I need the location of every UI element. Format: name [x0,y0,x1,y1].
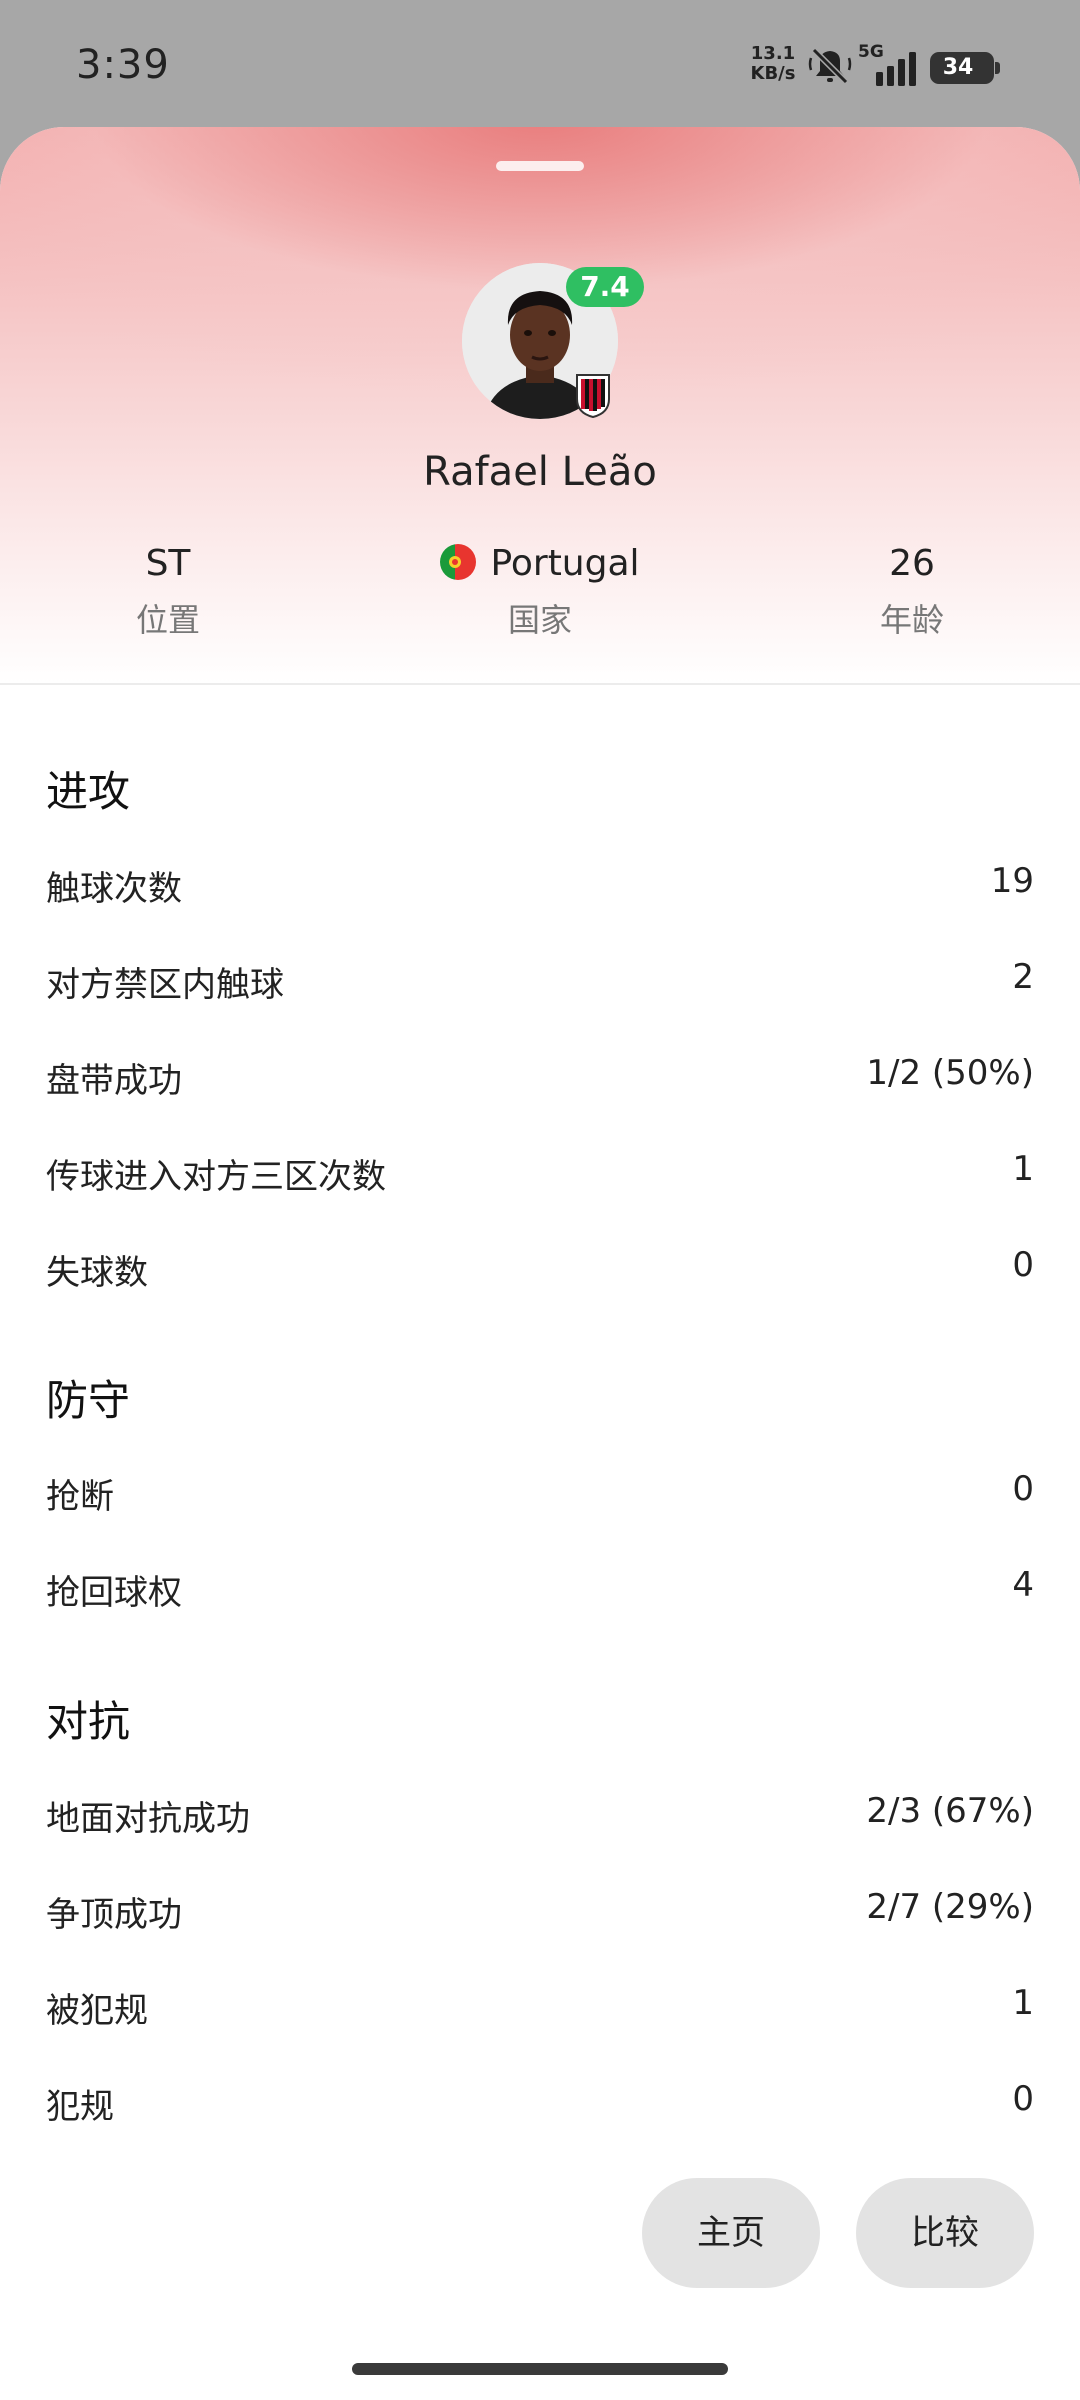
stat-label: 抢断 [46,1477,114,1517]
stat-row-ground-duels: 地面对抗成功 2/3 (67%) [46,1791,1034,1841]
home-button[interactable]: 主页 [642,2178,820,2288]
stat-label: 被犯规 [46,1991,148,2031]
stat-value: 0 [1012,1245,1034,1285]
bell-off-icon [808,47,852,85]
age-info: 26 年龄 [762,539,1062,641]
stat-row-dribbles: 盘带成功 1/2 (50%) [46,1053,1034,1103]
stat-row-tackles: 抢断 0 [46,1469,1034,1519]
position-label: 位置 [135,601,200,639]
battery-tip [995,62,1000,74]
stat-label: 失球数 [46,1253,148,1293]
stat-value: 0 [1012,1469,1034,1509]
stat-label: 抢回球权 [46,1573,182,1613]
home-indicator[interactable] [352,2363,728,2375]
stat-label: 对方禁区内触球 [46,965,284,1005]
battery-icon: 34 [930,52,1000,84]
stat-value: 2 [1012,957,1034,997]
stat-row-recoveries: 抢回球权 4 [46,1565,1034,1615]
stat-label: 争顶成功 [46,1895,182,1935]
position-info: ST 位置 [18,539,318,641]
signal-icon: 5G [858,42,920,88]
stat-row-aerial-duels: 争顶成功 2/7 (29%) [46,1887,1034,1937]
stat-label: 传球进入对方三区次数 [46,1157,386,1197]
drag-handle[interactable] [496,161,584,171]
rating-badge: 7.4 [566,267,644,307]
country-label: 国家 [507,601,572,639]
network-speed-value: 13.1 [750,43,796,64]
header-divider [0,683,1080,685]
section-title-duels: 对抗 [46,1697,131,1746]
age-label: 年龄 [879,601,944,639]
stat-value: 2/7 (29%) [866,1887,1034,1927]
stat-row-possession-lost: 失球数 0 [46,1245,1034,1295]
stat-label: 盘带成功 [46,1061,182,1101]
portugal-flag-icon [440,544,477,580]
stat-value: 4 [1012,1565,1034,1605]
stat-row-fouls: 犯规 0 [46,2079,1034,2129]
battery-level: 34 [942,55,974,80]
player-avatar-container[interactable]: 7.4 [462,263,644,419]
stat-value: 1 [1012,1149,1034,1189]
section-title-attack: 进攻 [46,767,131,816]
compare-button[interactable]: 比较 [856,2178,1034,2288]
stat-row-final-third-passes: 传球进入对方三区次数 1 [46,1149,1034,1199]
network-speed: 13.1 KB/s [748,44,798,84]
stat-row-touches-in-box: 对方禁区内触球 2 [46,957,1034,1007]
stat-value: 19 [990,861,1034,901]
stat-value: 1 [1012,1983,1034,2023]
player-stats-sheet: 7.4 Rafael Leão ST 位置 Portugal 国家 26 年龄 … [0,127,1080,2400]
ac-milan-crest-icon [576,374,610,419]
stat-label: 地面对抗成功 [46,1799,250,1839]
player-name: Rafael Leão [423,449,657,495]
player-header: 7.4 Rafael Leão ST 位置 Portugal 国家 26 年龄 [0,127,1080,683]
stat-row-touches: 触球次数 19 [46,861,1034,911]
section-title-defense: 防守 [46,1376,131,1425]
stat-label: 犯规 [46,2087,114,2127]
stat-row-was-fouled: 被犯规 1 [46,1983,1034,2033]
age-value: 26 [889,543,935,584]
status-time: 3:39 [76,42,170,88]
country-info: Portugal 国家 [390,539,690,641]
network-speed-unit: KB/s [750,63,796,84]
stat-value: 1/2 (50%) [866,1053,1034,1093]
status-bar: 3:39 13.1 KB/s 5G 34 [0,0,1080,130]
country-value: Portugal [490,543,640,584]
stat-value: 2/3 (67%) [866,1791,1034,1831]
stat-value: 0 [1012,2079,1034,2119]
stat-label: 触球次数 [46,869,182,909]
position-value: ST [145,543,191,584]
